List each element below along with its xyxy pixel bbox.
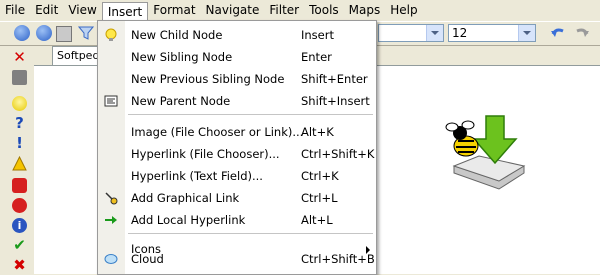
checkmark-icon[interactable]: ✔ — [12, 238, 27, 253]
menu-item-shortcut: Insert — [301, 28, 334, 42]
menu-item-new-child-node[interactable]: New Child Node Insert — [98, 24, 376, 46]
menu-separator — [128, 114, 373, 115]
menu-item-shortcut: Alt+K — [301, 125, 334, 139]
menu-item-shortcut: Ctrl+L — [301, 191, 338, 205]
menu-item-label: Hyperlink (File Chooser)... — [131, 147, 280, 161]
menu-format[interactable]: Format — [148, 1, 200, 20]
undo-icon[interactable] — [550, 25, 568, 41]
menu-item-icons[interactable]: Icons — [98, 226, 376, 256]
menu-item-label: New Sibling Node — [131, 50, 233, 64]
menu-item-cloud[interactable]: Cloud Ctrl+Shift+B — [98, 248, 376, 270]
redo-icon[interactable] — [572, 25, 590, 41]
back-icon[interactable] — [14, 25, 30, 41]
forward-icon[interactable] — [36, 25, 52, 41]
menu-item-shortcut: Enter — [301, 50, 332, 64]
trash-icon[interactable] — [12, 70, 27, 85]
menu-navigate[interactable]: Navigate — [201, 1, 265, 20]
menu-item-shortcut: Ctrl+Shift+B — [301, 252, 375, 266]
menu-item-label: Image (File Chooser or Link)... — [131, 125, 304, 139]
print-icon[interactable] — [56, 26, 72, 42]
menu-file[interactable]: File — [0, 1, 30, 20]
menu-item-shortcut: Ctrl+Shift+K — [301, 147, 375, 161]
menu-tools[interactable]: Tools — [304, 1, 344, 20]
menu-item-shortcut: Ctrl+K — [301, 169, 339, 183]
menu-help[interactable]: Help — [385, 1, 422, 20]
menu-item-image[interactable]: Image (File Chooser or Link)... Alt+K — [98, 121, 376, 143]
bee-logo-icon — [445, 115, 526, 190]
menu-item-add-graphical-link[interactable]: Add Graphical Link Ctrl+L — [98, 187, 376, 209]
menu-item-label: Cloud — [131, 252, 164, 266]
menu-item-new-sibling-node[interactable]: New Sibling Node Enter — [98, 46, 376, 68]
stop-icon[interactable] — [12, 178, 27, 193]
question-icon[interactable]: ? — [12, 116, 27, 131]
menu-filter[interactable]: Filter — [264, 1, 304, 20]
menu-item-new-previous-sibling-node[interactable]: New Previous Sibling Node Shift+Enter — [98, 68, 376, 90]
menu-insert[interactable]: Insert — [101, 1, 149, 22]
menu-item-label: Hyperlink (Text Field)... — [131, 169, 263, 183]
warning-icon[interactable] — [12, 156, 27, 171]
menu-item-label: New Parent Node — [131, 94, 231, 108]
cross-icon[interactable]: ✖ — [12, 258, 27, 273]
menu-item-label: Add Graphical Link — [131, 191, 240, 205]
menu-item-shortcut: Shift+Enter — [301, 72, 368, 86]
filter-icon[interactable] — [78, 25, 94, 41]
parent-node-icon — [104, 95, 118, 107]
info-icon[interactable]: i — [12, 218, 27, 233]
cloud-icon — [104, 254, 118, 264]
lightbulb-icon — [105, 28, 117, 41]
local-link-arrow-icon — [105, 216, 117, 224]
font-family-combo[interactable] — [378, 24, 444, 42]
font-size-combo[interactable]: 12 — [448, 24, 536, 42]
menu-item-label: New Previous Sibling Node — [131, 72, 285, 86]
remove-icon[interactable]: ✕ — [12, 50, 27, 65]
insert-menu: New Child Node Insert New Sibling Node E… — [97, 20, 377, 275]
menu-item-hyperlink-text-field[interactable]: Hyperlink (Text Field)... Ctrl+K — [98, 165, 376, 187]
menu-item-new-parent-node[interactable]: New Parent Node Shift+Insert — [98, 90, 376, 112]
menu-bar: File Edit View Insert Format Navigate Fi… — [0, 0, 600, 22]
menu-item-label: New Child Node — [131, 28, 223, 42]
menu-view[interactable]: View — [63, 1, 101, 20]
graphical-link-icon — [105, 192, 118, 205]
lightbulb-icon[interactable] — [12, 96, 27, 111]
menu-edit[interactable]: Edit — [30, 1, 63, 20]
no-entry-icon[interactable] — [12, 198, 27, 213]
menu-item-hyperlink-file-chooser[interactable]: Hyperlink (File Chooser)... Ctrl+Shift+K — [98, 143, 376, 165]
font-size-value: 12 — [452, 26, 468, 40]
icon-toolbar: ✕ ? ! i ✔ ✖ — [8, 48, 32, 273]
menu-item-shortcut: Shift+Insert — [301, 94, 370, 108]
exclamation-icon[interactable]: ! — [12, 136, 27, 151]
menu-maps[interactable]: Maps — [344, 1, 386, 20]
